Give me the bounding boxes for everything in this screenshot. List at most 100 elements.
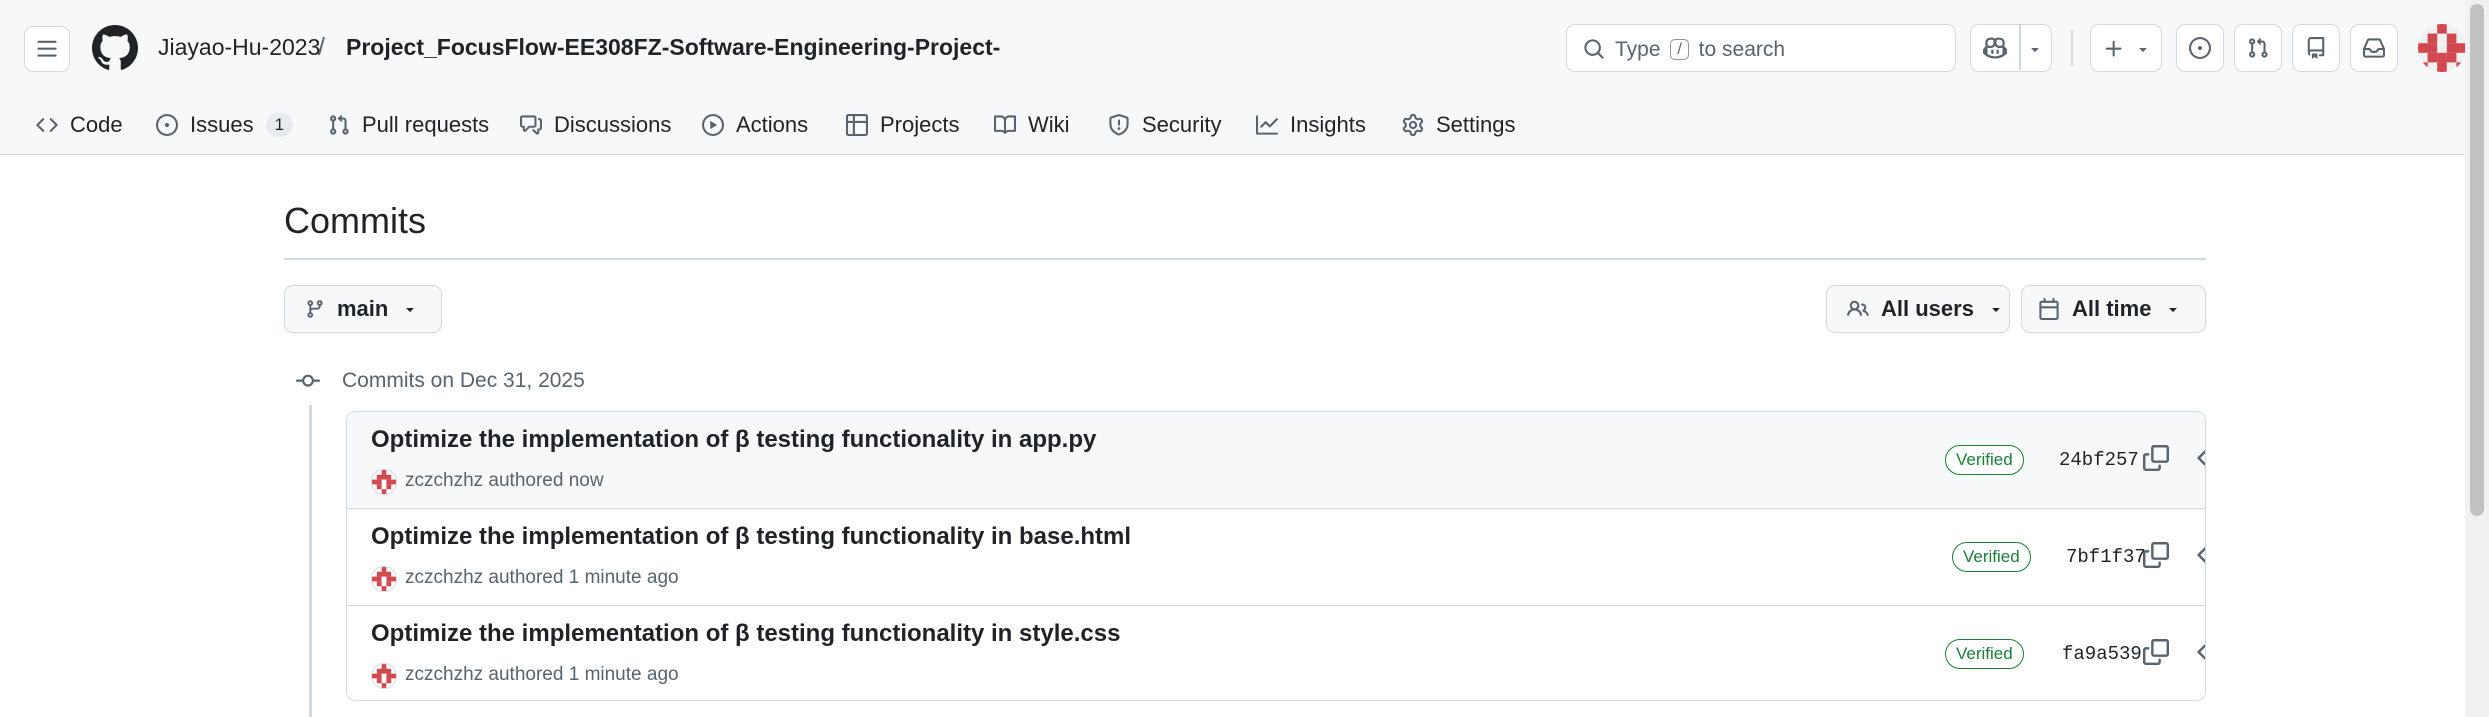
- copilot-button-group[interactable]: [1970, 24, 2052, 72]
- commit-author[interactable]: zczchzhz: [405, 470, 483, 491]
- commit-author[interactable]: zczchzhz: [405, 567, 483, 588]
- plus-icon: [2103, 38, 2125, 60]
- repositories-button[interactable]: [2292, 24, 2340, 72]
- tab-label: Pull requests: [362, 112, 490, 137]
- commit-row[interactable]: Optimize the implementation of β testing…: [347, 508, 2205, 605]
- branch-name: main: [337, 296, 389, 321]
- git-pull-request-icon: [2249, 37, 2268, 58]
- search-shortcut-key: /: [1670, 39, 1689, 60]
- title-divider: [284, 258, 2206, 260]
- tab-code[interactable]: Code: [36, 107, 123, 143]
- tab-label: Code: [70, 112, 123, 137]
- people-icon: [1847, 300, 1869, 316]
- scrollbar[interactable]: [2465, 0, 2489, 717]
- verified-badge[interactable]: Verified: [1952, 542, 2031, 572]
- chevron-down-icon: [2135, 41, 2151, 57]
- tab-label: Security: [1142, 112, 1222, 137]
- verified-badge[interactable]: Verified: [1945, 639, 2024, 669]
- commit-list: Optimize the implementation of β testing…: [346, 411, 2206, 701]
- copy-icon[interactable]: [2143, 639, 2169, 665]
- commit-author[interactable]: zczchzhz: [405, 664, 483, 685]
- branch-selector[interactable]: main: [284, 285, 442, 333]
- chevron-down-icon[interactable]: [2027, 41, 2043, 57]
- tab-label: Insights: [1290, 112, 1366, 137]
- comment-discussion-icon: [520, 115, 542, 135]
- commit-message[interactable]: Optimize the implementation of β testing…: [371, 620, 1120, 648]
- verified-badge[interactable]: Verified: [1945, 445, 2024, 475]
- repo-icon: [2307, 37, 2325, 59]
- search-icon: [1584, 39, 1604, 59]
- top-bar: Jiayao-Hu-2023 / Project_FocusFlow-EE308…: [0, 0, 2466, 96]
- users-filter-label: All users: [1881, 296, 1974, 321]
- issue-opened-icon: [156, 114, 178, 136]
- author-avatar[interactable]: [371, 663, 397, 689]
- users-filter[interactable]: All users: [1826, 285, 2010, 333]
- header-divider: [2071, 30, 2073, 66]
- commit-message[interactable]: Optimize the implementation of β testing…: [371, 426, 1096, 454]
- copilot-icon[interactable]: [1983, 36, 2007, 60]
- page-title: Commits: [284, 200, 426, 241]
- commit-time: 1 minute ago: [568, 664, 679, 685]
- hamburger-icon: [37, 40, 57, 57]
- tab-discussions[interactable]: Discussions: [520, 107, 671, 143]
- breadcrumb-owner[interactable]: Jiayao-Hu-2023: [158, 34, 320, 61]
- git-branch-icon: [307, 300, 323, 318]
- pull-requests-button[interactable]: [2234, 24, 2282, 72]
- tab-security[interactable]: Security: [1108, 107, 1221, 143]
- commit-action: authored: [488, 567, 564, 588]
- time-filter[interactable]: All time: [2021, 285, 2206, 333]
- tab-pull-requests[interactable]: Pull requests: [328, 107, 489, 143]
- copy-icon[interactable]: [2143, 445, 2169, 471]
- menu-button[interactable]: [24, 26, 70, 72]
- tab-actions[interactable]: Actions: [702, 107, 808, 143]
- tab-label: Discussions: [554, 112, 672, 137]
- time-filter-label: All time: [2072, 296, 2152, 321]
- tab-label: Actions: [736, 112, 809, 137]
- tab-issues[interactable]: Issues 1: [156, 107, 294, 143]
- commit-sha[interactable]: 7bf1f37: [2066, 546, 2146, 568]
- copy-icon[interactable]: [2143, 542, 2169, 568]
- repo-nav: Code Issues 1 Pull requests Discussions …: [0, 96, 1600, 154]
- tab-wiki[interactable]: Wiki: [994, 107, 1070, 143]
- create-new-button[interactable]: [2090, 24, 2162, 72]
- git-pull-request-icon: [330, 114, 349, 135]
- inbox-icon: [2363, 38, 2385, 58]
- play-icon: [702, 114, 724, 136]
- tab-projects[interactable]: Projects: [846, 107, 959, 143]
- commit-sha[interactable]: fa9a539: [2062, 643, 2142, 665]
- book-icon: [994, 115, 1016, 134]
- timeline-line: [309, 405, 312, 717]
- commit-row[interactable]: Optimize the implementation of β testing…: [347, 605, 2205, 700]
- git-commit-icon: [296, 374, 320, 387]
- commit-meta: zczchzhz authored 1 minute ago: [405, 567, 679, 589]
- triangle-down-icon: [2169, 308, 2178, 312]
- author-avatar[interactable]: [371, 469, 397, 495]
- search-input[interactable]: Type / to search: [1566, 24, 1956, 72]
- tab-settings[interactable]: Settings: [1402, 107, 1516, 143]
- github-logo-icon[interactable]: [92, 25, 138, 71]
- scrollbar-thumb[interactable]: [2470, 4, 2484, 516]
- commit-group-title: Commits on Dec 31, 2025: [342, 369, 585, 392]
- commit-message[interactable]: Optimize the implementation of β testing…: [371, 523, 1131, 551]
- issues-button[interactable]: [2176, 24, 2224, 72]
- commit-sha[interactable]: 24bf257: [2059, 449, 2139, 471]
- commit-action: authored: [488, 470, 564, 491]
- inbox-button[interactable]: [2350, 24, 2398, 72]
- calendar-icon: [2039, 298, 2059, 320]
- commit-row[interactable]: Optimize the implementation of β testing…: [347, 412, 2205, 509]
- browse-code-icon[interactable]: [2197, 639, 2205, 665]
- browse-code-icon[interactable]: [2197, 542, 2205, 568]
- commit-meta: zczchzhz authored now: [405, 470, 604, 492]
- issue-opened-icon: [2189, 37, 2211, 59]
- shield-icon: [1109, 114, 1129, 136]
- tab-label: Wiki: [1028, 112, 1070, 137]
- author-avatar[interactable]: [371, 566, 397, 592]
- breadcrumb-repo[interactable]: Project_FocusFlow-EE308FZ-Software-Engin…: [346, 34, 1000, 61]
- tab-insights[interactable]: Insights: [1256, 107, 1366, 143]
- browse-code-icon[interactable]: [2197, 445, 2205, 471]
- user-avatar[interactable]: [2418, 24, 2466, 72]
- gear-icon: [1402, 114, 1424, 136]
- breadcrumb-separator: /: [318, 33, 325, 61]
- issues-counter: 1: [265, 113, 294, 137]
- repo-header: Jiayao-Hu-2023 / Project_FocusFlow-EE308…: [0, 0, 2489, 155]
